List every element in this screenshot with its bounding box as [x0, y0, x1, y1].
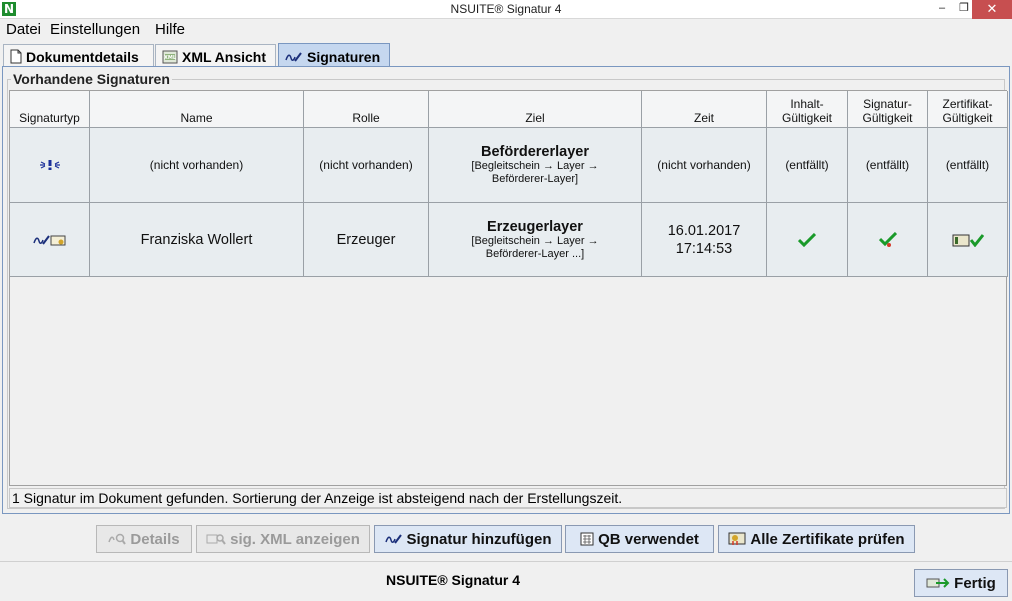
table-row-2-rolle[interactable]: Erzeuger — [304, 203, 429, 277]
table-row-1-zeit[interactable]: (nicht vorhanden) — [642, 128, 767, 203]
table-row-2-name[interactable]: Franziska Wollert — [90, 203, 304, 277]
table-row-2-ziel[interactable]: Erzeugerlayer [Begleitschein → Layer → B… — [429, 203, 642, 277]
table-row-2-zertifikat[interactable] — [928, 203, 1008, 277]
existing-signatures-group: Vorhandene Signaturen Signaturtyp Name R… — [7, 71, 1008, 509]
header-signaturtyp[interactable]: Signaturtyp — [10, 91, 90, 128]
header-name[interactable]: Name — [90, 91, 304, 128]
header-ziel[interactable]: Ziel — [429, 91, 642, 128]
tab-strip: Dokumentdetails XML XML Ansicht Signatur… — [0, 41, 1012, 67]
tab-xml-ansicht[interactable]: XML XML Ansicht — [155, 44, 276, 66]
bottom-separator — [0, 561, 1012, 562]
header-rolle[interactable]: Rolle — [304, 91, 429, 128]
check-all-certificates-button[interactable]: Alle Zertifikate prüfen — [718, 525, 915, 553]
menu-hilfe[interactable]: Hilfe — [155, 21, 185, 38]
table-row-2-typ[interactable] — [10, 203, 90, 277]
close-button[interactable]: ✕ — [972, 0, 1012, 19]
magnifier-icon — [108, 533, 127, 545]
table-row-2-zeit[interactable]: 16.01.2017 17:14:53 — [642, 203, 767, 277]
menu-bar: Datei Einstellungen Hilfe — [0, 19, 1012, 41]
signature-certificate-icon — [32, 233, 67, 247]
table-row-1-zertifikat[interactable]: (entfällt) — [928, 128, 1008, 203]
details-button[interactable]: Details — [96, 525, 192, 553]
fertig-button[interactable]: Fertig — [914, 569, 1008, 597]
exit-arrow-icon — [926, 577, 950, 589]
group-title: Vorhandene Signaturen — [11, 71, 172, 87]
signatures-table[interactable]: Signaturtyp Name Rolle Ziel Zeit Inhalt-… — [9, 90, 1008, 486]
table-row-1-ziel[interactable]: Befördererlayer [Begleitschein → Layer →… — [429, 128, 642, 203]
window-title: NSUITE® Signatur 4 — [450, 2, 562, 16]
svg-text:XML: XML — [164, 55, 177, 61]
minimize-button[interactable]: – — [930, 0, 954, 19]
certificate-icon — [728, 532, 746, 546]
sig-xml-button[interactable]: sig. XML anzeigen — [196, 525, 370, 553]
footer-title: NSUITE® Signatur 4 — [386, 572, 520, 588]
header-zertifikat-gueltigkeit[interactable]: Zertifikat- Gültigkeit — [928, 91, 1008, 128]
header-inhalt-gueltigkeit[interactable]: Inhalt- Gültigkeit — [767, 91, 848, 128]
add-signature-button[interactable]: Signatur hinzufügen — [374, 525, 562, 553]
menu-einstellungen[interactable]: Einstellungen — [50, 21, 140, 38]
signatures-panel: Vorhandene Signaturen Signaturtyp Name R… — [2, 66, 1010, 514]
title-bar: N NSUITE® Signatur 4 – ❐ ✕ — [0, 0, 1012, 19]
missing-signature-icon — [39, 159, 61, 171]
calculator-icon — [580, 532, 594, 546]
check-icon — [798, 232, 816, 247]
document-icon — [10, 49, 22, 64]
header-signatur-gueltigkeit[interactable]: Signatur- Gültigkeit — [848, 91, 928, 128]
qb-used-button[interactable]: QB verwendet — [565, 525, 714, 553]
tab-label: Signaturen — [307, 48, 381, 65]
tab-label: XML Ansicht — [182, 48, 267, 65]
header-zeit[interactable]: Zeit — [642, 91, 767, 128]
tab-label: Dokumentdetails — [26, 48, 139, 65]
signature-pen-icon — [384, 533, 403, 545]
table-row-2-inhalt[interactable] — [767, 203, 848, 277]
tab-signaturen[interactable]: Signaturen — [278, 43, 390, 67]
menu-datei[interactable]: Datei — [6, 21, 41, 38]
table-row-1-name[interactable]: (nicht vorhanden) — [90, 128, 304, 203]
table-row-1-inhalt[interactable]: (entfällt) — [767, 128, 848, 203]
signature-icon — [285, 51, 303, 63]
xml-search-icon — [206, 533, 226, 545]
certificate-check-icon — [952, 233, 984, 247]
table-empty-area — [10, 277, 1006, 485]
table-row-1-signatur[interactable]: (entfällt) — [848, 128, 928, 203]
table-row-1-rolle[interactable]: (nicht vorhanden) — [304, 128, 429, 203]
tab-dokumentdetails[interactable]: Dokumentdetails — [3, 44, 154, 66]
table-row-2-signatur[interactable] — [848, 203, 928, 277]
table-row-1-typ[interactable] — [10, 128, 90, 203]
xml-icon: XML — [162, 50, 178, 64]
status-text: 1 Signatur im Dokument gefunden. Sortier… — [9, 488, 1007, 508]
check-warning-icon — [878, 231, 897, 248]
